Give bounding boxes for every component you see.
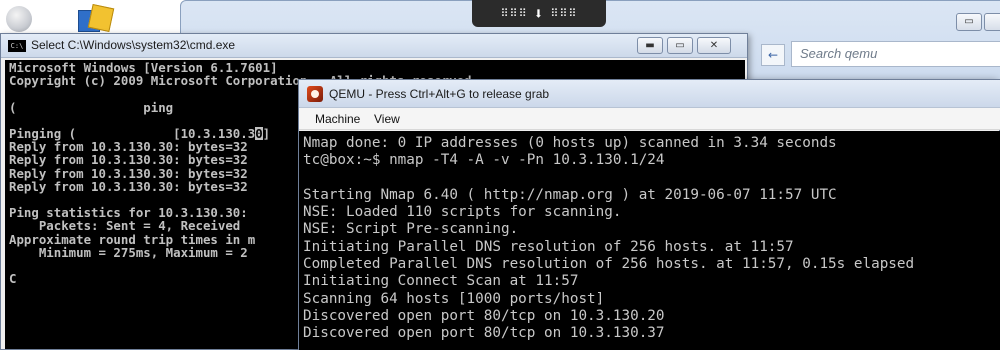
remote-control-toolbar[interactable]: ⠿⠿⠿ ⬇ ⠿⠿⠿ [472,0,606,27]
qemu-window-title: QEMU - Press Ctrl+Alt+G to release grab [329,87,550,101]
qemu-console-output: Nmap done: 0 IP addresses (0 hosts up) s… [303,135,915,342]
cmd-close-button[interactable]: ✕ [697,37,731,54]
back-arrow-icon[interactable]: ← [761,44,785,66]
menu-view[interactable]: View [374,112,400,126]
cmd-output-after-cursor: ] Reply from 10.3.130.30: bytes=32 Reply… [9,126,271,287]
search-input[interactable]: Search qemu [791,41,1000,67]
qemu-app-icon[interactable] [307,86,323,102]
cmd-window-title: Select C:\Windows\system32\cmd.exe [31,38,236,52]
folder-documents-icon[interactable] [78,3,115,34]
explorer-maximize-button[interactable] [984,13,1000,31]
qemu-titlebar[interactable]: QEMU - Press Ctrl+Alt+G to release grab [299,80,1000,108]
cmd-titlebar[interactable]: C:\ Select C:\Windows\system32\cmd.exe ▬… [1,34,747,58]
cmd-maximize-button[interactable]: ▭ [667,37,693,54]
menu-machine[interactable]: Machine [315,112,360,126]
cmd-icon[interactable]: C:\ [8,40,26,52]
cmd-minimize-button[interactable]: ▬ [637,37,663,54]
pin-down-arrow-icon[interactable]: ⬇ [534,4,545,23]
text-cursor: 0 [255,126,263,142]
explorer-minimize-button[interactable]: ▭ [956,13,982,31]
qemu-window: QEMU - Press Ctrl+Alt+G to release grab … [298,79,1000,350]
qemu-menubar: Machine View [299,108,1000,130]
qemu-guest-screen[interactable]: Nmap done: 0 IP addresses (0 hosts up) s… [299,131,1000,350]
grip-dots-icon: ⠿⠿⠿ [500,7,528,20]
disc-icon[interactable] [6,6,32,32]
yellow-page-shape [87,3,115,33]
grip-dots-icon: ⠿⠿⠿ [550,7,578,20]
